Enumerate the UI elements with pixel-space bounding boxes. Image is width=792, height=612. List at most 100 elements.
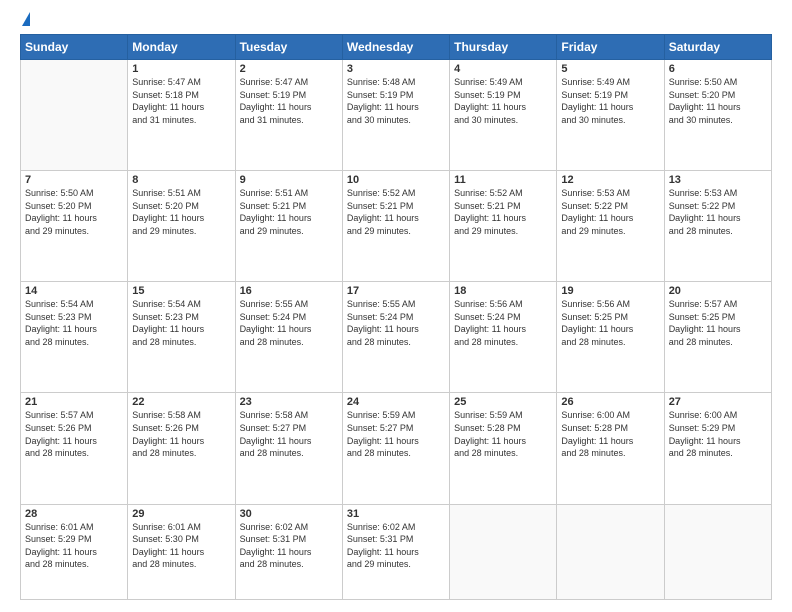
calendar-cell: 24Sunrise: 5:59 AM Sunset: 5:27 PM Dayli… [342,393,449,504]
day-info: Sunrise: 5:57 AM Sunset: 5:26 PM Dayligh… [25,409,123,459]
weekday-tuesday: Tuesday [235,35,342,60]
day-number: 2 [240,63,338,75]
calendar-cell: 8Sunrise: 5:51 AM Sunset: 5:20 PM Daylig… [128,171,235,282]
day-info: Sunrise: 5:49 AM Sunset: 5:19 PM Dayligh… [561,76,659,126]
page: SundayMondayTuesdayWednesdayThursdayFrid… [0,0,792,612]
logo [20,16,30,26]
weekday-monday: Monday [128,35,235,60]
day-info: Sunrise: 5:53 AM Sunset: 5:22 PM Dayligh… [669,187,767,237]
calendar-cell: 17Sunrise: 5:55 AM Sunset: 5:24 PM Dayli… [342,282,449,393]
header [20,16,772,26]
day-number: 29 [132,508,230,520]
day-info: Sunrise: 6:00 AM Sunset: 5:28 PM Dayligh… [561,409,659,459]
day-number: 20 [669,285,767,297]
day-info: Sunrise: 5:47 AM Sunset: 5:19 PM Dayligh… [240,76,338,126]
calendar-cell: 22Sunrise: 5:58 AM Sunset: 5:26 PM Dayli… [128,393,235,504]
day-info: Sunrise: 6:01 AM Sunset: 5:30 PM Dayligh… [132,521,230,571]
logo-triangle-icon [22,12,30,26]
day-number: 6 [669,63,767,75]
calendar-cell: 26Sunrise: 6:00 AM Sunset: 5:28 PM Dayli… [557,393,664,504]
calendar-cell: 30Sunrise: 6:02 AM Sunset: 5:31 PM Dayli… [235,504,342,599]
calendar-cell: 10Sunrise: 5:52 AM Sunset: 5:21 PM Dayli… [342,171,449,282]
day-number: 17 [347,285,445,297]
calendar-cell: 20Sunrise: 5:57 AM Sunset: 5:25 PM Dayli… [664,282,771,393]
calendar-cell: 27Sunrise: 6:00 AM Sunset: 5:29 PM Dayli… [664,393,771,504]
day-info: Sunrise: 5:55 AM Sunset: 5:24 PM Dayligh… [347,298,445,348]
day-number: 18 [454,285,552,297]
calendar-cell [21,60,128,171]
calendar-cell: 14Sunrise: 5:54 AM Sunset: 5:23 PM Dayli… [21,282,128,393]
day-info: Sunrise: 5:58 AM Sunset: 5:27 PM Dayligh… [240,409,338,459]
day-info: Sunrise: 5:52 AM Sunset: 5:21 PM Dayligh… [347,187,445,237]
day-info: Sunrise: 5:56 AM Sunset: 5:25 PM Dayligh… [561,298,659,348]
day-info: Sunrise: 5:54 AM Sunset: 5:23 PM Dayligh… [25,298,123,348]
calendar-cell: 28Sunrise: 6:01 AM Sunset: 5:29 PM Dayli… [21,504,128,599]
week-row-3: 14Sunrise: 5:54 AM Sunset: 5:23 PM Dayli… [21,282,772,393]
day-number: 3 [347,63,445,75]
day-info: Sunrise: 5:56 AM Sunset: 5:24 PM Dayligh… [454,298,552,348]
calendar-cell: 29Sunrise: 6:01 AM Sunset: 5:30 PM Dayli… [128,504,235,599]
calendar-cell: 1Sunrise: 5:47 AM Sunset: 5:18 PM Daylig… [128,60,235,171]
day-number: 26 [561,396,659,408]
day-info: Sunrise: 5:51 AM Sunset: 5:21 PM Dayligh… [240,187,338,237]
day-info: Sunrise: 5:49 AM Sunset: 5:19 PM Dayligh… [454,76,552,126]
day-info: Sunrise: 5:59 AM Sunset: 5:28 PM Dayligh… [454,409,552,459]
day-number: 11 [454,174,552,186]
day-info: Sunrise: 5:57 AM Sunset: 5:25 PM Dayligh… [669,298,767,348]
calendar-cell: 23Sunrise: 5:58 AM Sunset: 5:27 PM Dayli… [235,393,342,504]
day-number: 13 [669,174,767,186]
day-info: Sunrise: 5:54 AM Sunset: 5:23 PM Dayligh… [132,298,230,348]
weekday-thursday: Thursday [450,35,557,60]
calendar-cell: 3Sunrise: 5:48 AM Sunset: 5:19 PM Daylig… [342,60,449,171]
day-info: Sunrise: 5:47 AM Sunset: 5:18 PM Dayligh… [132,76,230,126]
calendar-cell [664,504,771,599]
day-info: Sunrise: 5:50 AM Sunset: 5:20 PM Dayligh… [669,76,767,126]
day-number: 24 [347,396,445,408]
weekday-wednesday: Wednesday [342,35,449,60]
calendar-cell: 2Sunrise: 5:47 AM Sunset: 5:19 PM Daylig… [235,60,342,171]
day-number: 22 [132,396,230,408]
calendar-cell: 11Sunrise: 5:52 AM Sunset: 5:21 PM Dayli… [450,171,557,282]
day-info: Sunrise: 5:55 AM Sunset: 5:24 PM Dayligh… [240,298,338,348]
day-info: Sunrise: 5:51 AM Sunset: 5:20 PM Dayligh… [132,187,230,237]
day-number: 4 [454,63,552,75]
day-number: 15 [132,285,230,297]
day-number: 10 [347,174,445,186]
day-info: Sunrise: 5:53 AM Sunset: 5:22 PM Dayligh… [561,187,659,237]
day-number: 28 [25,508,123,520]
calendar-cell: 4Sunrise: 5:49 AM Sunset: 5:19 PM Daylig… [450,60,557,171]
calendar-cell: 15Sunrise: 5:54 AM Sunset: 5:23 PM Dayli… [128,282,235,393]
day-number: 16 [240,285,338,297]
day-number: 12 [561,174,659,186]
calendar-cell [557,504,664,599]
day-info: Sunrise: 6:02 AM Sunset: 5:31 PM Dayligh… [240,521,338,571]
day-number: 7 [25,174,123,186]
calendar-cell: 12Sunrise: 5:53 AM Sunset: 5:22 PM Dayli… [557,171,664,282]
calendar-cell [450,504,557,599]
day-info: Sunrise: 6:01 AM Sunset: 5:29 PM Dayligh… [25,521,123,571]
weekday-sunday: Sunday [21,35,128,60]
week-row-1: 1Sunrise: 5:47 AM Sunset: 5:18 PM Daylig… [21,60,772,171]
calendar-cell: 7Sunrise: 5:50 AM Sunset: 5:20 PM Daylig… [21,171,128,282]
day-info: Sunrise: 6:00 AM Sunset: 5:29 PM Dayligh… [669,409,767,459]
week-row-5: 28Sunrise: 6:01 AM Sunset: 5:29 PM Dayli… [21,504,772,599]
day-number: 23 [240,396,338,408]
day-number: 14 [25,285,123,297]
calendar-cell: 18Sunrise: 5:56 AM Sunset: 5:24 PM Dayli… [450,282,557,393]
calendar-cell: 21Sunrise: 5:57 AM Sunset: 5:26 PM Dayli… [21,393,128,504]
calendar-cell: 16Sunrise: 5:55 AM Sunset: 5:24 PM Dayli… [235,282,342,393]
day-number: 5 [561,63,659,75]
day-number: 1 [132,63,230,75]
day-info: Sunrise: 5:48 AM Sunset: 5:19 PM Dayligh… [347,76,445,126]
weekday-saturday: Saturday [664,35,771,60]
day-number: 27 [669,396,767,408]
week-row-4: 21Sunrise: 5:57 AM Sunset: 5:26 PM Dayli… [21,393,772,504]
calendar-table: SundayMondayTuesdayWednesdayThursdayFrid… [20,34,772,600]
day-number: 21 [25,396,123,408]
calendar-cell: 6Sunrise: 5:50 AM Sunset: 5:20 PM Daylig… [664,60,771,171]
day-info: Sunrise: 5:58 AM Sunset: 5:26 PM Dayligh… [132,409,230,459]
day-info: Sunrise: 5:59 AM Sunset: 5:27 PM Dayligh… [347,409,445,459]
day-number: 9 [240,174,338,186]
day-info: Sunrise: 5:52 AM Sunset: 5:21 PM Dayligh… [454,187,552,237]
week-row-2: 7Sunrise: 5:50 AM Sunset: 5:20 PM Daylig… [21,171,772,282]
